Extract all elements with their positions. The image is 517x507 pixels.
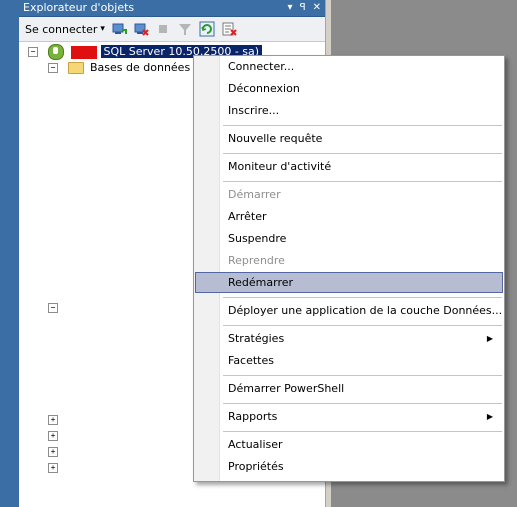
- explorer-toolbar: Se connecter ▾: [19, 17, 325, 42]
- databases-node-label[interactable]: Bases de données: [90, 61, 190, 74]
- menu-item-label: Redémarrer: [228, 276, 294, 289]
- tree-row-databases[interactable]: − Bases de données: [48, 60, 190, 76]
- menu-item-stop[interactable]: Arrêter: [195, 206, 503, 227]
- menu-item-policies[interactable]: Stratégies ▶: [195, 328, 503, 349]
- collapse-databases-icon[interactable]: −: [48, 63, 58, 73]
- menu-item-disconnect[interactable]: Déconnexion: [195, 78, 503, 99]
- menu-item-register[interactable]: Inscrire...: [195, 100, 503, 121]
- expand-icon[interactable]: +: [48, 463, 58, 473]
- tree-row-collapsed-node[interactable]: −: [48, 300, 58, 316]
- folder-icon: [67, 62, 84, 74]
- expand-icon[interactable]: +: [48, 447, 58, 457]
- expand-icon[interactable]: +: [48, 431, 58, 441]
- menu-item-label: Propriétés: [228, 460, 284, 473]
- disconnect-icon[interactable]: [133, 21, 149, 37]
- menu-item-connect[interactable]: Connecter...: [195, 56, 503, 77]
- server-icon: [47, 44, 64, 60]
- collapse-node-icon[interactable]: −: [48, 303, 58, 313]
- collapse-server-icon[interactable]: −: [28, 47, 38, 57]
- pin-icon[interactable]: ꟼ: [300, 0, 306, 16]
- refresh-icon[interactable]: [199, 21, 215, 37]
- redacted-server-name: [71, 45, 97, 59]
- menu-item-label: Connecter...: [228, 60, 295, 73]
- tree-row-expandable[interactable]: +: [48, 460, 58, 476]
- menu-item-label: Déployer une application de la couche Do…: [228, 304, 503, 317]
- stop-icon: [155, 21, 171, 37]
- connect-label: Se connecter: [25, 22, 98, 36]
- context-menu: Connecter... Déconnexion Inscrire... Nou…: [193, 55, 505, 482]
- menu-item-label: Démarrer PowerShell: [228, 382, 345, 395]
- menu-item-label: Nouvelle requête: [228, 132, 323, 145]
- menu-item-label: Déconnexion: [228, 82, 300, 95]
- menu-item-activity-monitor[interactable]: Moniteur d'activité: [195, 156, 503, 177]
- menu-separator: [223, 403, 502, 404]
- menu-item-pause[interactable]: Suspendre: [195, 228, 503, 249]
- menu-item-label: Arrêter: [228, 210, 267, 223]
- menu-separator: [223, 375, 502, 376]
- menu-separator: [223, 297, 502, 298]
- menu-item-new-query[interactable]: Nouvelle requête: [195, 128, 503, 149]
- menu-item-label: Stratégies: [228, 332, 285, 345]
- menu-separator: [223, 325, 502, 326]
- object-explorer-title: Explorateur d'objets: [23, 1, 135, 14]
- menu-item-resume: Reprendre: [195, 250, 503, 271]
- menu-item-label: Reprendre: [228, 254, 285, 267]
- tree-row-expandable[interactable]: +: [48, 444, 58, 460]
- chevron-down-icon: ▾: [100, 24, 105, 34]
- menu-item-label: Inscrire...: [228, 104, 280, 117]
- summary-icon[interactable]: [221, 21, 237, 37]
- dropdown-icon[interactable]: ▾: [288, 0, 293, 16]
- menu-separator: [223, 125, 502, 126]
- menu-separator: [223, 431, 502, 432]
- menu-item-label: Facettes: [228, 354, 274, 367]
- menu-item-label: Actualiser: [228, 438, 283, 451]
- menu-item-label: Démarrer: [228, 188, 281, 201]
- menu-separator: [223, 181, 502, 182]
- menu-item-label: Suspendre: [228, 232, 287, 245]
- connect-button[interactable]: Se connecter ▾: [25, 23, 105, 36]
- left-border-strip: [0, 0, 19, 507]
- menu-item-restart[interactable]: Redémarrer: [195, 272, 503, 293]
- menu-separator: [223, 153, 502, 154]
- object-explorer-title-bar: Explorateur d'objets ▾ ꟼ ✕: [19, 0, 325, 17]
- menu-item-reports[interactable]: Rapports ▶: [195, 406, 503, 427]
- menu-item-facets[interactable]: Facettes: [195, 350, 503, 371]
- tree-row-expandable[interactable]: +: [48, 428, 58, 444]
- menu-item-start-powershell[interactable]: Démarrer PowerShell: [195, 378, 503, 399]
- menu-item-label: Rapports: [228, 410, 278, 423]
- menu-item-deploy-data-tier-app[interactable]: Déployer une application de la couche Do…: [195, 300, 503, 321]
- menu-item-properties[interactable]: Propriétés: [195, 456, 503, 477]
- menu-item-refresh[interactable]: Actualiser: [195, 434, 503, 455]
- menu-item-label: Moniteur d'activité: [228, 160, 332, 173]
- filter-icon: [177, 21, 193, 37]
- submenu-arrow-icon: ▶: [486, 412, 493, 421]
- close-icon[interactable]: ✕: [313, 0, 321, 16]
- menu-item-start: Démarrer: [195, 184, 503, 205]
- connect-object-icon[interactable]: [111, 21, 127, 37]
- tree-row-expandable[interactable]: +: [48, 412, 58, 428]
- submenu-arrow-icon: ▶: [486, 334, 493, 343]
- expand-icon[interactable]: +: [48, 415, 58, 425]
